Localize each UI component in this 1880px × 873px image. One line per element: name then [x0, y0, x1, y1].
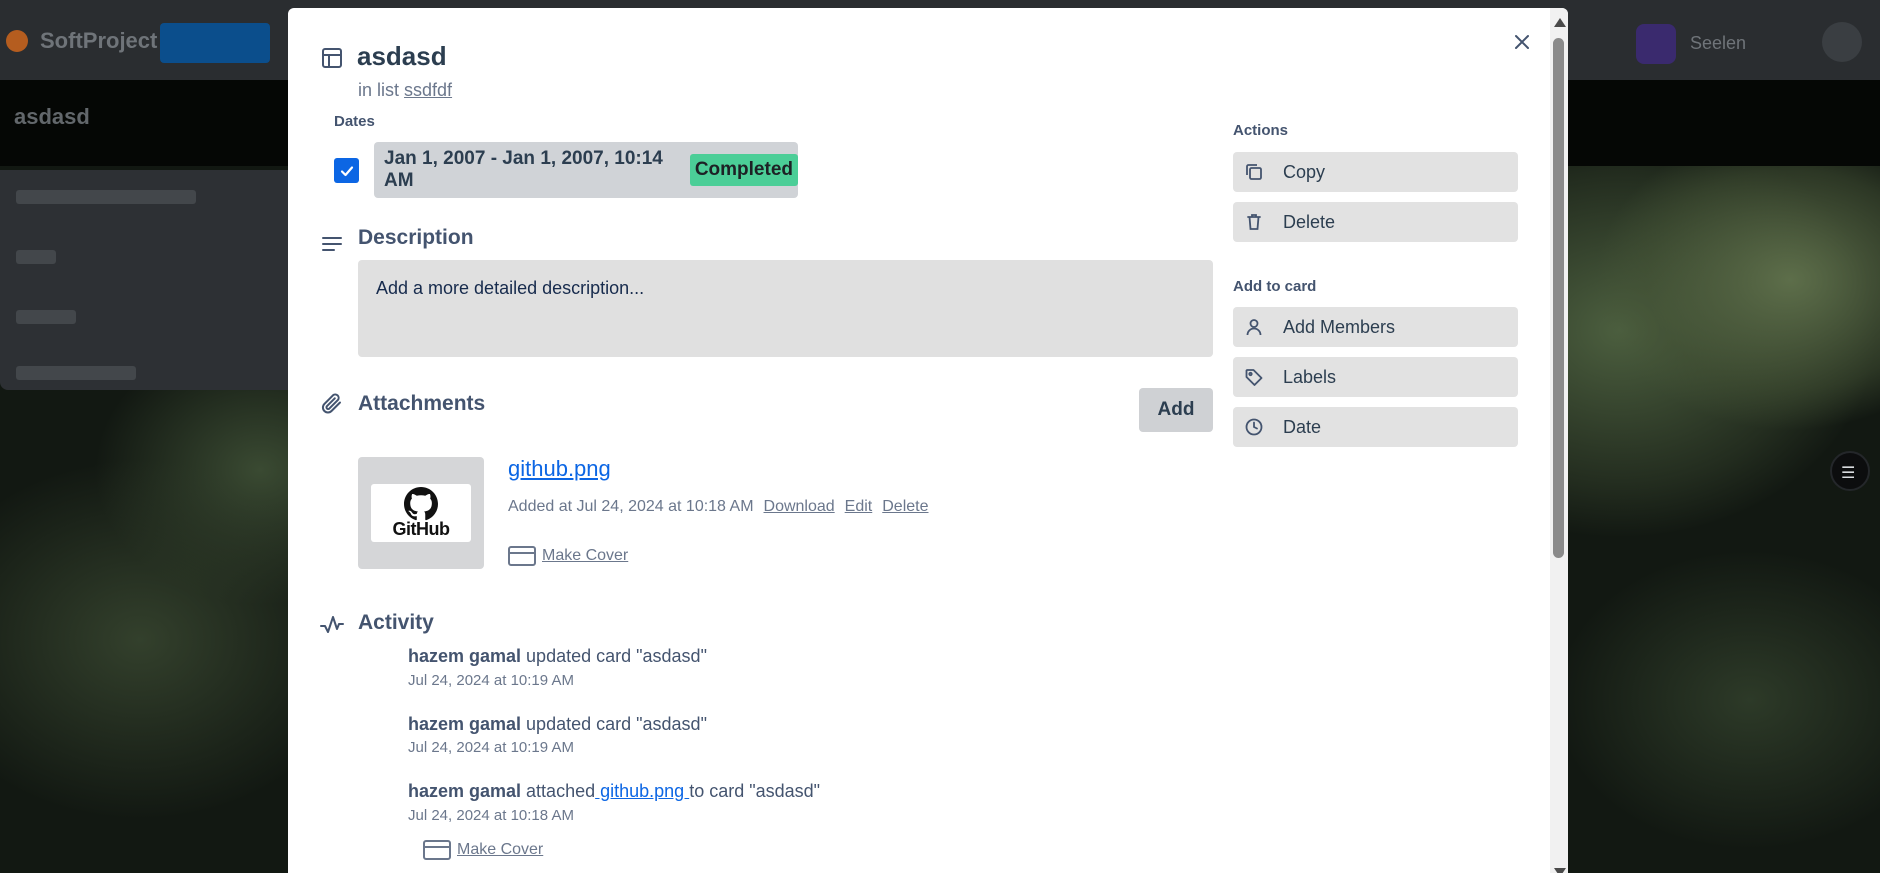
- user-icon: [1243, 316, 1265, 338]
- card-cover-icon: [508, 546, 536, 566]
- list-card: [16, 310, 76, 324]
- card-cover-icon: [423, 840, 451, 860]
- scroll-up-arrow-icon[interactable]: [1554, 18, 1566, 27]
- date-chip[interactable]: Jan 1, 2007 - Jan 1, 2007, 10:14 AM Comp…: [374, 142, 798, 198]
- workspace-icon: [1636, 24, 1676, 64]
- actions-label: Actions: [1233, 122, 1289, 139]
- make-cover-button[interactable]: Make Cover: [508, 546, 628, 566]
- date-range: Jan 1, 2007 - Jan 1, 2007, 10:14 AM: [384, 148, 663, 191]
- activity-user: hazem gamal: [408, 714, 522, 734]
- date-label: Date: [1283, 416, 1322, 437]
- add-members-label: Add Members: [1283, 316, 1396, 337]
- activity-time: Jul 24, 2024 at 10:18 AM: [408, 807, 574, 824]
- activity-time: Jul 24, 2024 at 10:19 AM: [408, 739, 574, 756]
- close-icon: [1515, 35, 1529, 49]
- activity-user: hazem gamal: [408, 781, 522, 801]
- card-modal: asdasd in list ssdfdf Dates Jan 1, 2007 …: [288, 8, 1568, 873]
- thumbnail-text: GitHub: [392, 518, 451, 539]
- add-to-card-label: Add to card: [1233, 278, 1317, 295]
- list-title: [16, 190, 196, 204]
- delete-card-button[interactable]: Delete: [1233, 202, 1518, 242]
- activity-text: to card "asdasd": [689, 781, 821, 801]
- list-link[interactable]: ssdfdf: [404, 80, 452, 100]
- copy-icon: [1243, 161, 1265, 183]
- attachment-meta: Added at Jul 24, 2024 at 10:18 AM Downloa…: [508, 498, 929, 516]
- labels-label: Labels: [1283, 366, 1337, 387]
- board-name: asdasd: [14, 104, 90, 129]
- attachment-thumbnail[interactable]: GitHub: [358, 457, 484, 569]
- activity-text: updated card "asdasd": [521, 714, 707, 734]
- copy-button[interactable]: Copy: [1233, 152, 1518, 192]
- labels-button[interactable]: Labels: [1233, 357, 1518, 397]
- activity-attachment-link[interactable]: github.png: [595, 781, 689, 801]
- modal-scrollbar[interactable]: [1550, 8, 1568, 873]
- app-logo: [6, 30, 28, 52]
- description-icon: [320, 232, 344, 256]
- add-card-link: [16, 366, 136, 380]
- avatar: [1822, 22, 1862, 62]
- close-button[interactable]: [1506, 26, 1538, 58]
- activity-item: hazem gamal updated card "asdasd": [408, 714, 707, 735]
- app-name: SoftProject: [40, 28, 158, 53]
- copy-label: Copy: [1283, 161, 1326, 182]
- paperclip-icon: [319, 391, 343, 415]
- description-title: Description: [358, 226, 474, 249]
- tag-icon: [1243, 366, 1265, 388]
- status-badge: Completed: [689, 154, 798, 186]
- filter-icon: ☰: [1841, 465, 1856, 482]
- add-members-button[interactable]: Add Members: [1233, 307, 1518, 347]
- date-complete-checkbox[interactable]: [334, 158, 359, 183]
- delete-label: Delete: [1283, 211, 1336, 232]
- make-cover-label: Make Cover: [542, 547, 629, 564]
- scroll-down-arrow-icon[interactable]: [1554, 868, 1566, 873]
- card-icon: [320, 46, 344, 70]
- date-button[interactable]: Date: [1233, 407, 1518, 447]
- activity-text: updated card "asdasd": [521, 646, 707, 666]
- attachment-delete-link[interactable]: Delete: [882, 498, 928, 515]
- github-icon: [404, 486, 438, 520]
- create-button: [160, 23, 270, 63]
- add-attachment-button[interactable]: Add: [1139, 388, 1213, 432]
- check-icon: [340, 165, 353, 176]
- attachments-title: Attachments: [358, 392, 486, 415]
- attachment-name-link[interactable]: github.png: [508, 456, 611, 482]
- activity-text: attached: [521, 781, 596, 801]
- activity-icon: [319, 612, 345, 638]
- dates-label: Dates: [334, 113, 375, 130]
- attachment-added: Added at Jul 24, 2024 at 10:18 AM: [508, 498, 754, 515]
- activity-item: hazem gamal updated card "asdasd": [408, 646, 707, 667]
- activity-user: hazem gamal: [408, 646, 522, 666]
- description-input[interactable]: Add a more detailed description...: [358, 260, 1213, 357]
- attachment-edit-link[interactable]: Edit: [845, 498, 873, 515]
- github-logo: GitHub: [371, 484, 471, 542]
- clock-icon: [1243, 416, 1265, 438]
- activity-make-cover-button[interactable]: Make Cover: [423, 840, 543, 860]
- in-list-prefix: in list: [358, 80, 400, 100]
- card-title[interactable]: asdasd: [357, 41, 447, 72]
- activity-title: Activity: [358, 611, 434, 634]
- trash-icon: [1243, 211, 1265, 233]
- activity-item: hazem gamal attached github.png to card …: [408, 781, 820, 802]
- make-cover-label: Make Cover: [457, 841, 544, 858]
- workspace-name: Seelen: [1690, 33, 1747, 53]
- attachment-download-link[interactable]: Download: [764, 498, 835, 515]
- card-list-info: in list ssdfdf: [358, 80, 452, 101]
- background-list: [0, 170, 300, 390]
- activity-time: Jul 24, 2024 at 10:19 AM: [408, 672, 574, 689]
- scroll-thumb[interactable]: [1553, 38, 1564, 558]
- list-card: [16, 250, 56, 264]
- filter-fab: ☰: [1830, 451, 1870, 491]
